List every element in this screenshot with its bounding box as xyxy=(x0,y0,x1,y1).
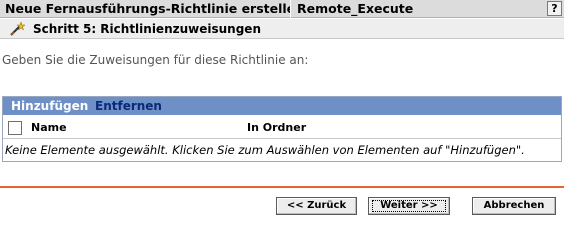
focus-ring xyxy=(372,200,446,212)
next-button[interactable]: Weiter >> xyxy=(368,197,450,215)
select-all-checkbox[interactable] xyxy=(8,121,22,135)
column-header-name[interactable]: Name xyxy=(31,116,67,139)
cancel-button[interactable]: Abbrechen xyxy=(472,197,556,215)
remove-link[interactable]: Entfernen xyxy=(95,97,162,115)
divider xyxy=(0,186,564,188)
column-header-folder[interactable]: In Ordner xyxy=(247,116,306,139)
help-button[interactable]: ? xyxy=(547,1,562,16)
wizard-page: Neue Fernausführungs-Richtlinie erstelle… xyxy=(0,0,564,228)
instruction-text: Geben Sie die Zuweisungen für diese Rich… xyxy=(2,53,309,67)
step-title: Schritt 5: Richtlinienzuweisungen xyxy=(33,22,261,36)
assignments-table: Hinzufügen Entfernen Name In Ordner Kein… xyxy=(2,96,562,162)
title-bar: Neue Fernausführungs-Richtlinie erstelle… xyxy=(0,0,564,18)
table-toolbar: Hinzufügen Entfernen xyxy=(3,97,561,115)
object-name: Remote_Execute xyxy=(297,1,414,16)
table-header: Name In Ordner xyxy=(3,116,561,139)
wand-icon xyxy=(10,21,26,36)
step-header: Schritt 5: Richtlinienzuweisungen xyxy=(0,19,564,39)
wizard-title: Neue Fernausführungs-Richtlinie erstelle… xyxy=(0,0,291,18)
empty-message: Keine Elemente ausgewählt. Klicken Sie z… xyxy=(5,143,525,157)
add-link[interactable]: Hinzufügen xyxy=(11,97,88,115)
back-button[interactable]: << Zurück xyxy=(276,197,357,215)
